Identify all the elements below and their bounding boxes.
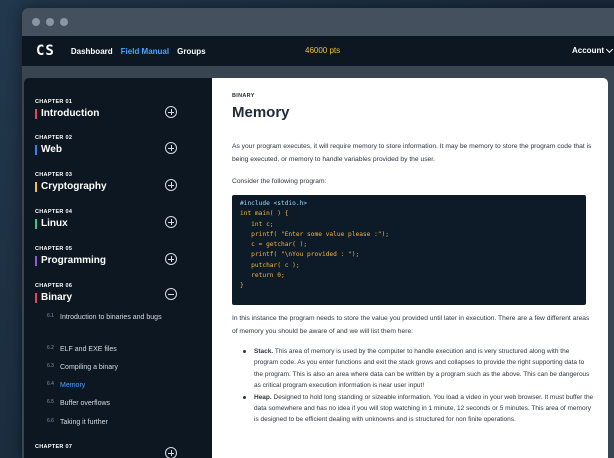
plus-icon[interactable] (165, 447, 177, 458)
window-titlebar (22, 8, 614, 36)
after-code-paragraph: In this instance the program needs to st… (232, 315, 590, 335)
list-item: Stack. This area of memory is used by th… (242, 346, 594, 392)
plus-icon[interactable] (165, 106, 177, 118)
chapter-number: CHAPTER 07 (35, 444, 73, 450)
chapter-title: Linux (35, 218, 68, 229)
chapter-sidebar: CHAPTER 01 Introduction CHAPTER 02 Web C… (24, 78, 212, 458)
intro-paragraph: As your program executes, it will requir… (232, 143, 592, 163)
top-navbar: CS Dashboard Field Manual Groups 46000 p… (22, 36, 614, 66)
chapter-title: Programming (35, 255, 106, 266)
chapter-color-bar (35, 256, 37, 266)
nav-links: Dashboard Field Manual Groups (71, 47, 206, 56)
section-item-6-5[interactable]: 6.5 Buffer overflows (47, 398, 172, 409)
section-item-6-1[interactable]: 6.1 Introduction to binaries and bugs (47, 312, 172, 323)
window-close-dot[interactable] (32, 18, 40, 26)
section-item-6-6[interactable]: 6.6 Taking it further (47, 417, 172, 428)
chapter-number: CHAPTER 02 (35, 135, 73, 141)
chapter-color-bar (35, 145, 37, 155)
code-text: #include <stdio.h> int main( ) { int c; … (240, 200, 390, 290)
chapter-color-bar (35, 109, 37, 119)
account-menu[interactable]: Account (572, 45, 614, 55)
chapter-title: Cryptography (35, 181, 107, 192)
chapter-kicker: BINARY (232, 93, 255, 99)
window-minimize-dot[interactable] (46, 18, 54, 26)
section-item-6-3[interactable]: 6.3 Compiling a binary (47, 362, 172, 373)
section-item-6-2[interactable]: 6.2 ELF and EXE files (47, 344, 172, 355)
plus-icon[interactable] (165, 253, 177, 265)
code-block: #include <stdio.h> int main( ) { int c; … (232, 195, 586, 305)
chapter-title: Introduction (35, 108, 99, 119)
chapter-number: CHAPTER 06 (35, 283, 73, 289)
chapter-title: Web (35, 144, 62, 155)
nav-link-dashboard[interactable]: Dashboard (71, 47, 113, 56)
consider-paragraph: Consider the following program: (232, 178, 327, 185)
nav-link-groups[interactable]: Groups (177, 47, 205, 56)
chapter-number: CHAPTER 05 (35, 246, 73, 252)
chapter-number: CHAPTER 04 (35, 209, 73, 215)
window-maximize-dot[interactable] (60, 18, 68, 26)
chapter-color-bar (35, 182, 37, 192)
plus-icon[interactable] (165, 216, 177, 228)
minus-icon[interactable] (165, 288, 177, 300)
section-item-6-4[interactable]: 6.4 Memory (47, 380, 172, 391)
points-counter: 46000 pts (305, 46, 341, 55)
plus-icon[interactable] (165, 142, 177, 154)
chapter-title: Binary (35, 292, 72, 303)
nav-link-field-manual[interactable]: Field Manual (121, 47, 169, 56)
chapter-color-bar (35, 293, 37, 303)
chapter-color-bar (35, 219, 37, 229)
site-logo[interactable]: CS (36, 43, 55, 59)
page-title: Memory (232, 104, 290, 121)
chapter-number: CHAPTER 03 (35, 172, 73, 178)
account-label: Account (572, 46, 604, 55)
chapter-number: CHAPTER 01 (35, 99, 73, 105)
plus-icon[interactable] (165, 179, 177, 191)
article-content: BINARY Memory As your program executes, … (212, 78, 608, 458)
memory-areas-list: Stack. This area of memory is used by th… (242, 346, 594, 426)
chevron-down-icon (605, 45, 614, 53)
list-item: Heap. Designed to hold long standing or … (242, 392, 594, 426)
